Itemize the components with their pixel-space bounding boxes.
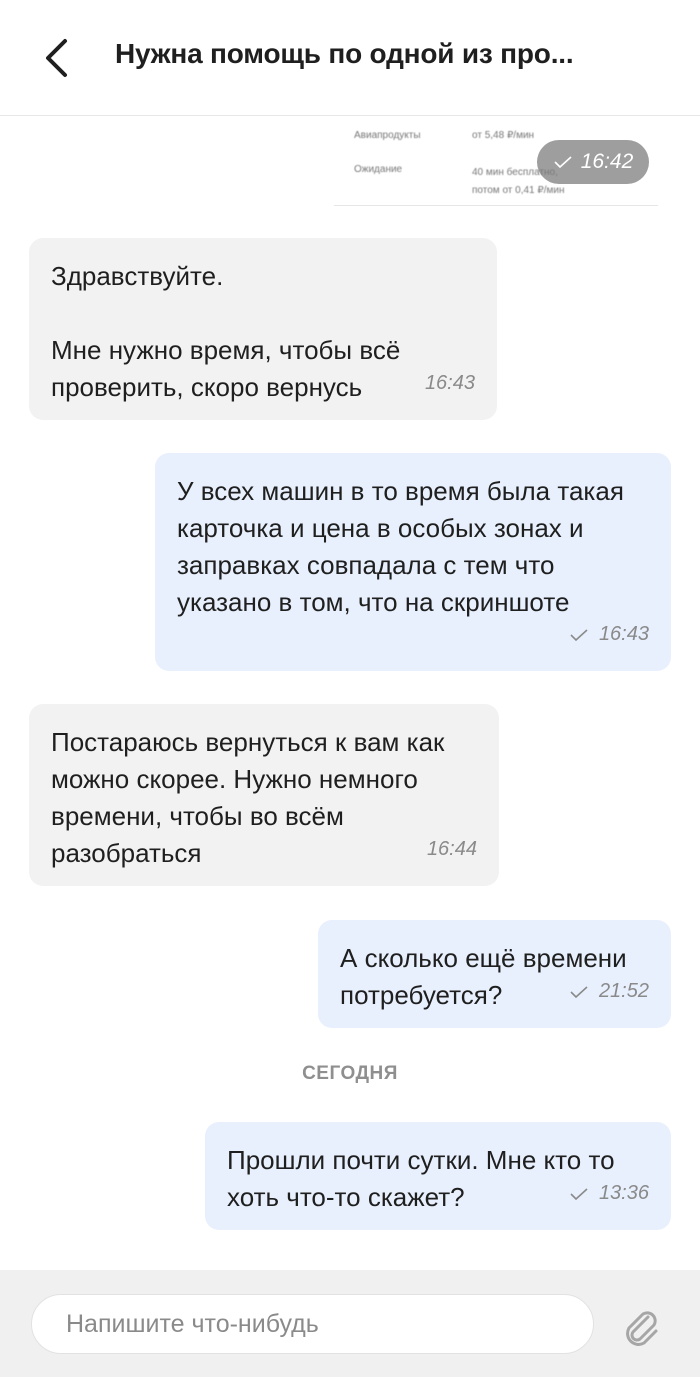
composer-bar: Напишите что-нибудь [0,1270,700,1377]
message-bubble-incoming[interactable]: Здравствуйте. Мне нужно время, чтобы всё… [29,238,497,420]
check-icon [570,985,588,998]
input-placeholder: Напишите что-нибудь [66,1309,319,1338]
check-icon [570,628,588,641]
time-label: 21:52 [598,980,649,1002]
message-text: Здравствуйте. Мне нужно время, чтобы всё… [51,261,401,402]
message-meta: 16:44 [427,831,477,868]
message-list[interactable]: Авиапродукты от 5,48 ₽/мин Ожидание 40 м… [0,116,700,1270]
attach-button[interactable] [618,1303,662,1347]
message-bubble-outgoing[interactable]: У всех машин в то время была такая карто… [155,453,671,671]
chat-title: Нужна помощь по одной из про... [115,38,574,69]
preview-label: Ожидание [354,164,403,175]
time-label: 13:36 [598,1182,649,1204]
message-meta: 16:43 [425,365,475,402]
back-button[interactable] [30,32,82,84]
check-icon [570,1187,588,1200]
chat-header: Нужна помощь по одной из про... [0,0,700,116]
preview-label: Авиапродукты [354,130,421,141]
message-bubble-outgoing[interactable]: Прошли почти сутки. Мне кто то хоть что-… [205,1122,671,1230]
message-meta: 13:36 [569,1175,649,1212]
attachment-timestamp: 16:42 [537,140,649,184]
time-label: 16:42 [580,150,634,173]
preview-value: от 5,48 ₽/мин [472,130,535,141]
message-bubble-incoming[interactable]: Постараюсь вернуться к вам как можно ско… [29,704,499,886]
paperclip-icon [626,1311,658,1346]
time-label: 16:43 [598,623,649,645]
message-text: Постараюсь вернуться к вам как можно ско… [51,727,445,868]
time-label: 16:43 [424,372,475,394]
message-text: У всех машин в то время была такая карто… [177,476,624,617]
message-meta: 16:43 [569,616,649,653]
message-bubble-outgoing[interactable]: А сколько ещё времени потребуется? 21:52 [318,920,671,1028]
day-separator: СЕГОДНЯ [302,1063,398,1084]
check-icon [554,156,572,169]
chevron-left-icon [46,39,67,77]
message-input[interactable]: Напишите что-нибудь [31,1294,594,1354]
message-meta: 21:52 [569,973,649,1010]
time-label: 16:44 [426,838,477,860]
